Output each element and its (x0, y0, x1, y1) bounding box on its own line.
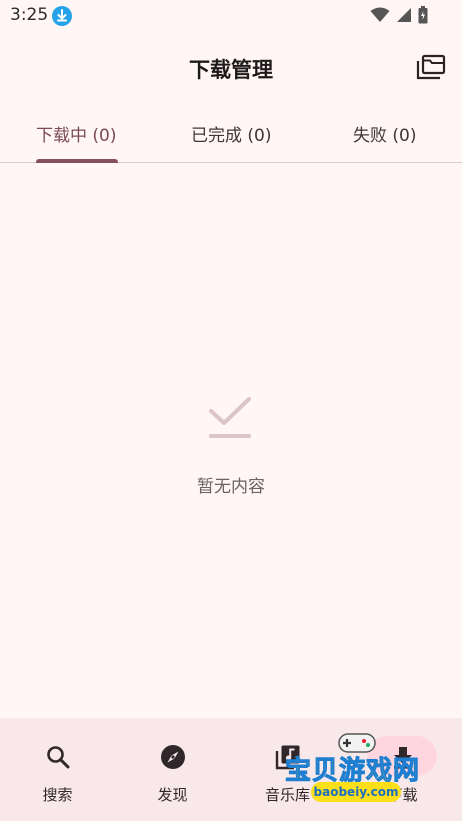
app-bar: 下载管理 (0, 32, 462, 104)
folder-icon (416, 54, 446, 80)
search-icon (46, 746, 69, 769)
nav-item-discover[interactable]: 发现 (115, 718, 230, 821)
tab-bar: 下载中 (0) 已完成 (0) 失败 (0) (0, 104, 462, 163)
wifi-icon (370, 7, 390, 22)
tab-completed[interactable]: 已完成 (0) (191, 121, 271, 146)
folder-button[interactable] (416, 52, 446, 82)
checkmark-icon (208, 396, 252, 440)
tab-failed[interactable]: 失败 (0) (353, 121, 416, 146)
download-notification-icon (52, 6, 72, 26)
battery-charging-icon (418, 6, 428, 24)
tab-indicator (36, 159, 118, 163)
nav-label-discover: 发现 (157, 786, 188, 804)
nav-item-search[interactable]: 搜索 (0, 718, 115, 821)
status-bar: 3:25 (0, 0, 462, 32)
cellular-signal-icon (397, 8, 411, 22)
tab-downloading[interactable]: 下载中 (0) (36, 121, 116, 146)
nav-label-search: 搜索 (42, 786, 73, 804)
empty-state-text: 暂无内容 (197, 477, 265, 497)
watermark-logo: 宝贝游戏网 baobeiy.com (284, 733, 435, 808)
watermark-url: baobeiy.com (311, 782, 401, 802)
compass-icon (160, 745, 185, 769)
status-time: 3:25 (10, 5, 49, 25)
page-title: 下载管理 (189, 58, 273, 82)
